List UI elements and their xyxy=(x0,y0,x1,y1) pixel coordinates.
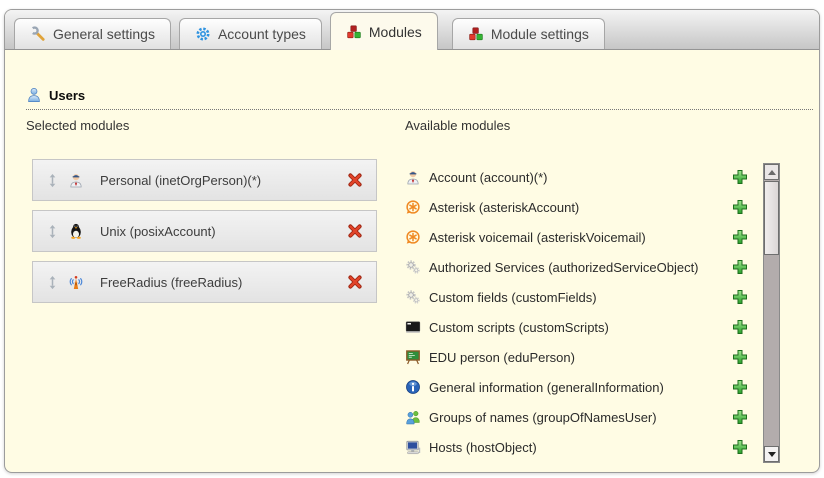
add-module-button[interactable] xyxy=(732,409,748,425)
available-modules-label: Available modules xyxy=(405,118,510,133)
module-label: Asterisk voicemail (asteriskVoicemail) xyxy=(429,230,724,245)
add-plus-icon xyxy=(732,349,748,365)
available-module-row: Account (account)(*) xyxy=(405,162,748,192)
selected-module-row[interactable]: Unix (posixAccount) xyxy=(32,210,377,252)
person-icon xyxy=(68,172,84,188)
users-section-header: Users xyxy=(26,87,813,110)
scroll-down-button[interactable] xyxy=(764,446,779,462)
available-module-row: Asterisk (asteriskAccount) xyxy=(405,192,748,222)
remove-module-button[interactable] xyxy=(347,223,363,239)
available-module-row: Authorized Services (authorizedServiceOb… xyxy=(405,252,748,282)
add-plus-icon xyxy=(732,169,748,185)
available-module-row: Custom scripts (customScripts) xyxy=(405,312,748,342)
available-module-row: Asterisk voicemail (asteriskVoicemail) xyxy=(405,222,748,252)
antenna-icon xyxy=(68,274,84,290)
wrench-icon xyxy=(30,26,46,42)
add-module-button[interactable] xyxy=(732,229,748,245)
add-module-button[interactable] xyxy=(732,199,748,215)
add-module-button[interactable] xyxy=(732,349,748,365)
available-modules-list: Account (account)(*) Asterisk (asteriskA… xyxy=(405,162,748,462)
remove-module-button[interactable] xyxy=(347,172,363,188)
terminal-icon xyxy=(405,319,421,335)
module-label: Asterisk (asteriskAccount) xyxy=(429,200,724,215)
available-module-row: Custom fields (customFields) xyxy=(405,282,748,312)
drag-handle-icon[interactable] xyxy=(46,275,59,290)
add-plus-icon xyxy=(732,319,748,335)
module-label: EDU person (eduPerson) xyxy=(429,350,724,365)
arrow-down-icon xyxy=(768,452,776,457)
tab-label: Module settings xyxy=(491,26,589,42)
module-label: Unix (posixAccount) xyxy=(93,224,338,239)
gears-icon xyxy=(405,289,421,305)
add-module-button[interactable] xyxy=(732,439,748,455)
user-icon xyxy=(26,87,42,103)
configuration-panel: General settings Account types Modules xyxy=(4,9,820,473)
selected-module-row[interactable]: FreeRadius (freeRadius) xyxy=(32,261,377,303)
drag-handle-icon[interactable] xyxy=(46,173,59,188)
info-icon xyxy=(405,379,421,395)
asterisk-icon xyxy=(405,229,421,245)
tab-label: Modules xyxy=(369,24,422,40)
group-icon xyxy=(405,409,421,425)
delete-x-icon xyxy=(347,274,363,290)
drag-handle-icon[interactable] xyxy=(46,224,59,239)
tab-label: Account types xyxy=(218,26,306,42)
selected-module-row[interactable]: Personal (inetOrgPerson)(*) xyxy=(32,159,377,201)
available-module-row: General information (generalInformation) xyxy=(405,372,748,402)
add-plus-icon xyxy=(732,289,748,305)
delete-x-icon xyxy=(347,223,363,239)
module-label: Hosts (hostObject) xyxy=(429,440,724,455)
person-icon xyxy=(405,169,421,185)
available-module-row: Groups of names (groupOfNamesUser) xyxy=(405,402,748,432)
module-label: Authorized Services (authorizedServiceOb… xyxy=(429,260,724,275)
module-label: Account (account)(*) xyxy=(429,170,724,185)
add-plus-icon xyxy=(732,379,748,395)
tab-module-settings[interactable]: Module settings xyxy=(452,18,605,49)
computer-icon xyxy=(405,439,421,455)
selected-modules-label: Selected modules xyxy=(26,118,129,133)
add-plus-icon xyxy=(732,199,748,215)
section-title: Users xyxy=(49,88,85,103)
blackboard-icon xyxy=(405,349,421,365)
selected-modules-list: Personal (inetOrgPerson)(*) U xyxy=(32,159,377,312)
tab-label: General settings xyxy=(53,26,155,42)
add-plus-icon xyxy=(732,259,748,275)
module-label: FreeRadius (freeRadius) xyxy=(93,275,338,290)
module-label: Personal (inetOrgPerson)(*) xyxy=(93,173,338,188)
add-plus-icon xyxy=(732,439,748,455)
modules-icon xyxy=(468,26,484,42)
scroll-up-button[interactable] xyxy=(764,164,779,180)
available-modules-scrollbar[interactable] xyxy=(763,163,780,463)
add-module-button[interactable] xyxy=(732,319,748,335)
modules-icon xyxy=(346,24,362,40)
available-module-row: Hosts (hostObject) xyxy=(405,432,748,462)
tab-bar: General settings Account types Modules xyxy=(5,10,819,50)
module-label: Groups of names (groupOfNamesUser) xyxy=(429,410,724,425)
add-module-button[interactable] xyxy=(732,169,748,185)
add-module-button[interactable] xyxy=(732,259,748,275)
add-plus-icon xyxy=(732,409,748,425)
module-label: Custom scripts (customScripts) xyxy=(429,320,724,335)
module-label: Custom fields (customFields) xyxy=(429,290,724,305)
asterisk-icon xyxy=(405,199,421,215)
add-plus-icon xyxy=(732,229,748,245)
add-module-button[interactable] xyxy=(732,289,748,305)
tab-account-types[interactable]: Account types xyxy=(179,18,322,49)
module-label: General information (generalInformation) xyxy=(429,380,724,395)
gears-icon xyxy=(405,259,421,275)
tab-modules[interactable]: Modules xyxy=(330,12,438,50)
add-module-button[interactable] xyxy=(732,379,748,395)
scrollbar-thumb[interactable] xyxy=(764,181,779,255)
arrow-up-icon xyxy=(768,170,776,175)
gear-icon xyxy=(195,26,211,42)
delete-x-icon xyxy=(347,172,363,188)
tab-general-settings[interactable]: General settings xyxy=(14,18,171,49)
tux-icon xyxy=(68,223,84,239)
remove-module-button[interactable] xyxy=(347,274,363,290)
available-module-row: EDU person (eduPerson) xyxy=(405,342,748,372)
